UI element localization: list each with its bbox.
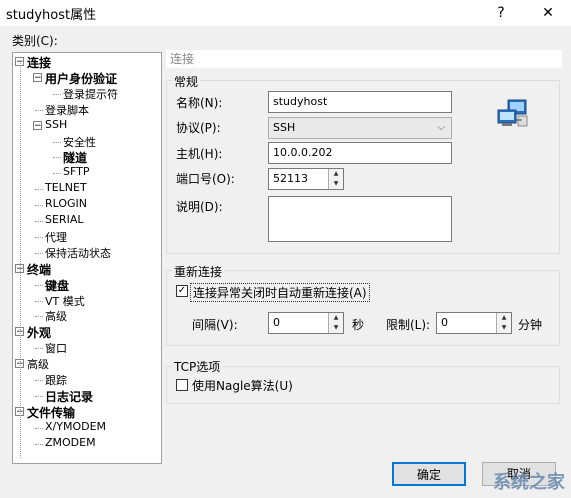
tree-connector xyxy=(53,173,61,175)
tree-item[interactable]: 外观 xyxy=(27,324,51,341)
reconnect-group xyxy=(166,270,560,346)
general-group-label: 常规 xyxy=(172,73,201,90)
limit-value: 0 xyxy=(441,316,448,329)
tree-connector xyxy=(35,252,43,254)
tree-connector xyxy=(35,395,43,397)
tree-expander-icon[interactable]: − xyxy=(33,120,42,130)
port-value: 52113 xyxy=(273,172,308,185)
watermark-logo: 系统之家 xyxy=(493,472,565,493)
port-label: 端口号(O): xyxy=(176,172,235,186)
tree-connector xyxy=(35,443,43,445)
desc-label: 说明(D): xyxy=(176,200,223,214)
tree-item[interactable]: RLOGIN xyxy=(45,197,87,210)
help-button[interactable]: ? xyxy=(478,0,524,26)
tree-item[interactable]: 日志记录 xyxy=(45,388,93,405)
interval-label: 间隔(V): xyxy=(192,318,238,332)
tree-item[interactable]: 跟踪 xyxy=(45,372,67,388)
tree-item[interactable]: 窗口 xyxy=(45,340,67,356)
minutes-label: 分钟 xyxy=(518,318,543,332)
host-input[interactable]: 10.0.0.202 xyxy=(268,142,452,164)
tree-expander-icon[interactable]: − xyxy=(33,72,42,82)
tree-item[interactable]: 高级 xyxy=(45,308,67,324)
tree-connector xyxy=(35,284,43,286)
tree-connector xyxy=(35,205,43,207)
chevron-down-icon: ⌵ xyxy=(437,122,445,133)
limit-label: 限制(L): xyxy=(386,318,431,332)
tree-item[interactable]: 保持活动状态 xyxy=(45,245,111,261)
nagle-label: 使用Nagle算法(U) xyxy=(192,379,293,393)
tree-connector xyxy=(35,380,43,381)
category-tree[interactable]: − 连接 − 用户身份验证 登录提示符 登录脚本 − SSH 安全性 隧道 SFTP TELNET RL… xyxy=(12,52,162,464)
network-computers-icon xyxy=(496,98,530,130)
window-title: studyhost属性 xyxy=(6,8,97,23)
auto-reconnect-label[interactable]: 连接异常关闭时自动重新连接(A) xyxy=(190,283,370,302)
tree-item[interactable]: 代理 xyxy=(45,229,67,245)
protocol-label: 协议(P): xyxy=(176,121,221,135)
protocol-value: SSH xyxy=(273,121,296,134)
interval-input[interactable]: 0 ▲ ▼ xyxy=(268,312,344,334)
limit-spinner[interactable]: ▲ ▼ xyxy=(496,313,511,333)
port-spinner[interactable]: ▲ ▼ xyxy=(328,169,343,189)
seconds-label: 秒 xyxy=(352,318,365,332)
limit-input[interactable]: 0 ▲ ▼ xyxy=(436,312,512,334)
tree-connector xyxy=(35,427,43,429)
interval-value: 0 xyxy=(273,316,280,329)
reconnect-group-label: 重新连接 xyxy=(172,263,225,280)
tcp-group-label: TCP选项 xyxy=(172,358,223,375)
nagle-checkbox[interactable] xyxy=(176,379,188,391)
tree-connector xyxy=(35,189,43,191)
name-input[interactable]: studyhost xyxy=(268,91,452,113)
port-input[interactable]: 52113 ▲ ▼ xyxy=(268,168,344,190)
tree-connector xyxy=(35,348,43,350)
interval-spinner[interactable]: ▲ ▼ xyxy=(328,313,343,333)
close-button[interactable]: ✕ xyxy=(525,0,571,26)
tree-item[interactable]: 文件传输 xyxy=(27,404,75,421)
tree-connector xyxy=(35,221,43,222)
tree-item[interactable]: 终端 xyxy=(27,261,51,278)
tree-item[interactable]: 用户身份验证 xyxy=(45,70,117,87)
tree-connector xyxy=(35,236,43,238)
tree-item[interactable]: 高级 xyxy=(27,356,49,372)
ok-button[interactable]: 确定 xyxy=(392,462,466,486)
tree-item[interactable]: 安全性 xyxy=(63,134,96,150)
tree-item[interactable]: 登录脚本 xyxy=(45,102,89,118)
tree-item[interactable]: ZMODEM xyxy=(45,436,96,449)
tree-item[interactable]: 连接 xyxy=(27,54,51,71)
tree-item[interactable]: 登录提示符 xyxy=(63,86,118,102)
auto-reconnect-checkbox[interactable]: ✓ xyxy=(176,285,188,297)
tree-connector xyxy=(35,109,43,111)
tree-item[interactable]: TELNET xyxy=(45,181,87,194)
section-title: 连接 xyxy=(166,50,562,68)
tree-item[interactable]: VT 模式 xyxy=(45,293,85,309)
tree-item[interactable]: SERIAL xyxy=(45,213,83,226)
name-label: 名称(N): xyxy=(176,96,223,110)
tree-item[interactable]: 隧道 xyxy=(63,149,87,166)
category-label: 类别(C): xyxy=(12,34,58,48)
tree-item[interactable]: SFTP xyxy=(63,165,89,178)
tree-item[interactable]: X/YMODEM xyxy=(45,420,106,433)
tree-item[interactable]: SSH xyxy=(45,118,67,131)
protocol-select[interactable]: SSH ⌵ xyxy=(268,117,452,139)
desc-textarea[interactable] xyxy=(268,196,452,242)
tree-connector xyxy=(35,316,43,318)
tree-connector xyxy=(53,141,61,143)
tree-root-line xyxy=(20,63,21,458)
tree-item[interactable]: 键盘 xyxy=(45,277,69,294)
tree-connector xyxy=(53,157,61,159)
tree-connector xyxy=(53,93,61,95)
tree-connector xyxy=(35,300,43,302)
host-label: 主机(H): xyxy=(176,147,223,161)
